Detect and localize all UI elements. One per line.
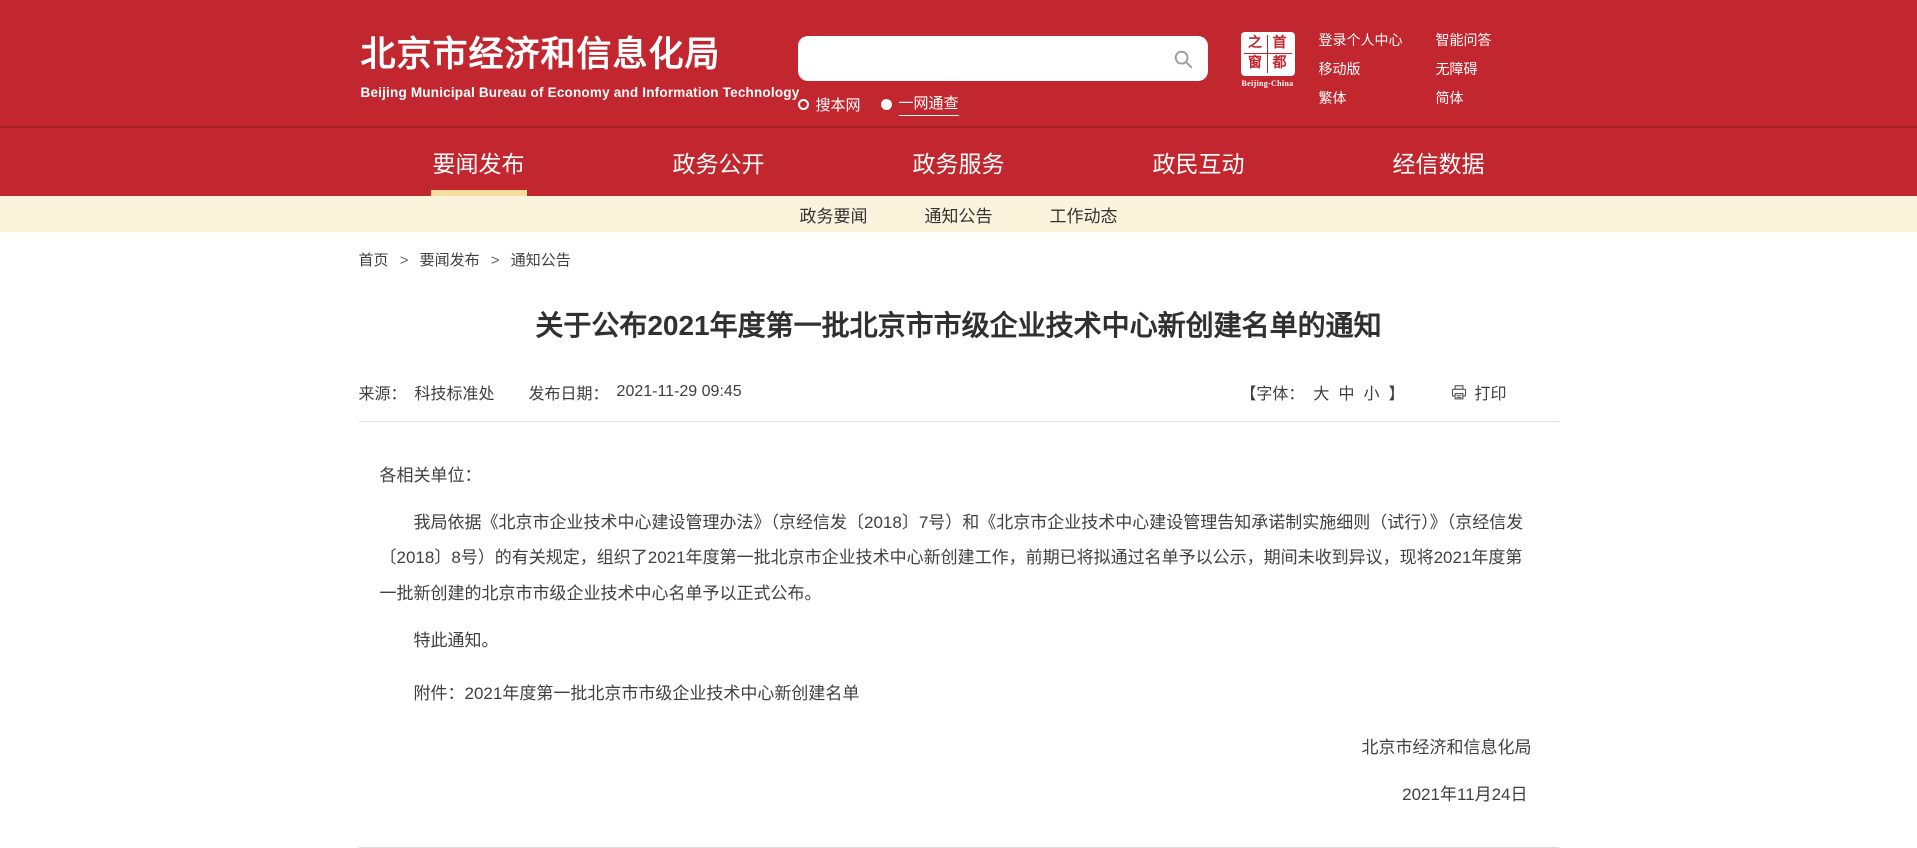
publish-date-value: 2021-11-29 09:45: [617, 383, 742, 401]
font-size-control: 【字体： 大 中 小 】: [1240, 380, 1404, 404]
site-header: 北京市经济和信息化局 Beijing Municipal Bureau of E…: [0, 0, 1917, 126]
badge-char: 都: [1268, 54, 1292, 73]
site-title-en: Beijing Municipal Bureau of Economy and …: [361, 85, 800, 100]
subnav-item-gov-news[interactable]: 政务要闻: [800, 202, 868, 227]
bottom-divider: [359, 847, 1559, 848]
article-meta-row: 来源： 科技标准处 发布日期： 2021-11-29 09:45 【字体： 大 …: [359, 380, 1559, 422]
radio-dot-icon: [881, 99, 892, 110]
nav-item-label: 经信数据: [1393, 145, 1485, 179]
article-salutation: 各相关单位：: [380, 458, 1532, 494]
breadcrumb-separator: >: [400, 252, 409, 269]
link-accessibility[interactable]: 无障碍: [1436, 59, 1492, 79]
nav-item-label: 政民互动: [1153, 145, 1245, 179]
nav-item-gov-disclosure[interactable]: 政务公开: [599, 128, 839, 196]
site-title: 北京市经济和信息化局: [361, 26, 800, 77]
font-size-medium-button[interactable]: 中: [1338, 380, 1354, 404]
print-button[interactable]: 打印: [1450, 380, 1506, 404]
page-title: 关于公布2021年度第一批北京市市级企业技术中心新创建名单的通知: [359, 304, 1559, 344]
capital-window-logo[interactable]: 之 首 窗 都 Beijing-China: [1241, 32, 1295, 88]
font-size-suffix: 】: [1388, 380, 1404, 404]
link-mobile-version[interactable]: 移动版: [1319, 59, 1403, 79]
search-scope-site[interactable]: 搜本网: [798, 94, 861, 115]
quick-links: 登录个人中心 移动版 繁体 智能问答 无障碍 简体: [1319, 30, 1492, 108]
link-smart-qa[interactable]: 智能问答: [1436, 30, 1492, 50]
print-label: 打印: [1474, 380, 1506, 404]
nav-item-public-interaction[interactable]: 政民互动: [1079, 128, 1319, 196]
search-scope-site-label: 搜本网: [816, 94, 861, 115]
attachment-link[interactable]: 附件：2021年度第一批北京市市级企业技术中心新创建名单: [380, 676, 1532, 712]
font-size-prefix: 【字体：: [1240, 380, 1304, 404]
subnav-item-notices[interactable]: 通知公告: [925, 202, 993, 227]
subnav-item-work-updates[interactable]: 工作动态: [1050, 202, 1118, 227]
article-meta-left: 来源： 科技标准处 发布日期： 2021-11-29 09:45: [359, 380, 742, 404]
nav-item-gov-services[interactable]: 政务服务: [839, 128, 1079, 196]
badge-char: 窗: [1244, 54, 1268, 73]
sub-nav: 政务要闻 通知公告 工作动态: [0, 196, 1917, 232]
nav-item-label: 要闻发布: [433, 145, 525, 179]
badge-char: 首: [1268, 35, 1292, 54]
site-logo[interactable]: 北京市经济和信息化局 Beijing Municipal Bureau of E…: [361, 26, 800, 100]
nav-item-label: 政务公开: [673, 145, 765, 179]
font-size-small-button[interactable]: 小: [1363, 380, 1379, 404]
link-simplified-chinese[interactable]: 简体: [1436, 88, 1492, 108]
printer-icon: [1450, 384, 1468, 401]
search-box[interactable]: [798, 36, 1208, 81]
quick-links-col2: 智能问答 无障碍 简体: [1436, 30, 1492, 108]
article-body: 各相关单位： 我局依据《北京市企业技术中心建设管理办法》（京经信发〔2018〕7…: [359, 458, 1559, 813]
link-login-center[interactable]: 登录个人中心: [1319, 30, 1403, 50]
source-value: 科技标准处: [415, 380, 495, 404]
capital-window-grid-icon: 之 首 窗 都: [1241, 32, 1295, 76]
article-paragraph: 特此通知。: [380, 623, 1532, 659]
badge-char: 之: [1244, 35, 1268, 54]
main-nav: 要闻发布 政务公开 政务服务 政民互动 经信数据: [0, 126, 1917, 196]
search-area: 搜本网 一网通查: [798, 36, 1208, 116]
link-traditional-chinese[interactable]: 繁体: [1319, 88, 1403, 108]
radio-ring-icon: [798, 99, 809, 110]
nav-item-news-release[interactable]: 要闻发布: [359, 128, 599, 196]
content-area: 首页 > 要闻发布 > 通知公告 关于公布2021年度第一批北京市市级企业技术中…: [359, 249, 1559, 848]
publish-date-label: 发布日期：: [529, 380, 609, 404]
breadcrumb-separator: >: [491, 252, 500, 269]
search-scope-group: 搜本网 一网通查: [798, 92, 1208, 116]
article-paragraph: 我局依据《北京市企业技术中心建设管理办法》（京经信发〔2018〕7号）和《北京市…: [380, 505, 1532, 612]
breadcrumb-notices[interactable]: 通知公告: [511, 252, 571, 269]
article-signature: 北京市经济和信息化局: [380, 730, 1532, 766]
nav-item-label: 政务服务: [913, 145, 1005, 179]
article-sign-date: 2021年11月24日: [380, 777, 1532, 813]
breadcrumb-home[interactable]: 首页: [359, 252, 389, 269]
search-icon[interactable]: [1172, 48, 1194, 70]
breadcrumb-news-release[interactable]: 要闻发布: [420, 252, 480, 269]
font-size-large-button[interactable]: 大: [1313, 380, 1329, 404]
quick-links-col1: 登录个人中心 移动版 繁体: [1319, 30, 1403, 108]
breadcrumb: 首页 > 要闻发布 > 通知公告: [359, 249, 1559, 270]
article-meta-right: 【字体： 大 中 小 】 打印: [1240, 380, 1558, 404]
search-scope-network-label: 一网通查: [899, 92, 959, 116]
source-label: 来源：: [359, 380, 407, 404]
search-input[interactable]: [812, 36, 1172, 81]
badge-caption: Beijing-China: [1241, 79, 1295, 88]
search-scope-network[interactable]: 一网通查: [881, 92, 959, 116]
nav-item-industry-data[interactable]: 经信数据: [1319, 128, 1559, 196]
